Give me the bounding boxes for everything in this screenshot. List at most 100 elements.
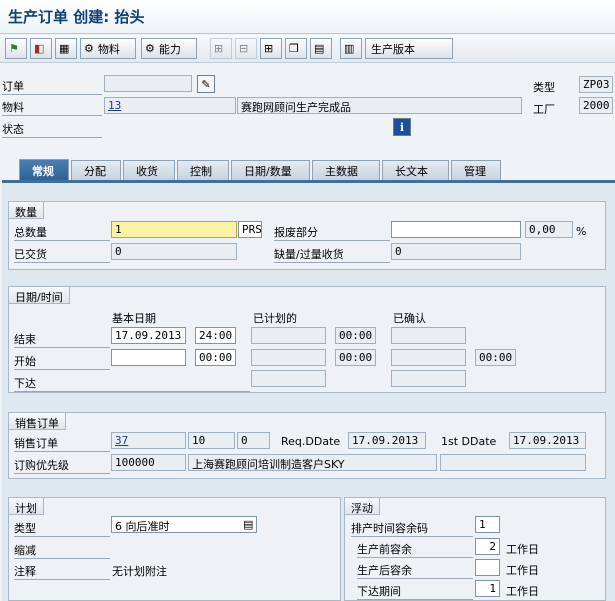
- tab-dates-qty[interactable]: 日期/数量: [231, 160, 310, 180]
- confirmed-release-date: [391, 370, 466, 387]
- status-label: 状态: [2, 121, 102, 138]
- delivered-field: 0: [111, 243, 237, 260]
- capacity-icon: ⚙: [145, 42, 155, 55]
- confirmed-start-time: 00:00: [475, 349, 516, 366]
- material-icon: ⚙: [84, 42, 94, 55]
- start-time-field[interactable]: 00:00: [195, 349, 236, 366]
- hierarchy-icon-2: ⊟: [239, 42, 249, 55]
- info-icon: i: [399, 120, 405, 134]
- table-button[interactable]: ▦: [55, 38, 77, 59]
- schedule-line-field: 0: [237, 432, 270, 449]
- end-date-field[interactable]: 17.09.2013: [111, 327, 186, 344]
- material-button[interactable]: ⚙ 物料: [80, 38, 136, 59]
- order-field[interactable]: [104, 75, 192, 92]
- planned-release-date: [251, 370, 326, 387]
- dates-group-title: 日期/时间: [9, 287, 70, 304]
- start-date-field[interactable]: [111, 349, 186, 366]
- total-qty-field[interactable]: 1: [111, 221, 237, 238]
- version-icon-button[interactable]: ▥: [340, 38, 362, 59]
- scrap-percent-field: 0,00: [525, 221, 573, 238]
- dropdown-icon[interactable]: ▤: [243, 518, 253, 531]
- note-value: 无计划附注: [112, 565, 167, 578]
- tab-admin[interactable]: 管理: [451, 160, 501, 180]
- order-label: 订单: [2, 78, 102, 95]
- capacity-button[interactable]: ⚙ 能力: [141, 38, 197, 59]
- material-field[interactable]: 13: [104, 97, 236, 114]
- type-label: 类型: [533, 81, 555, 94]
- version-icon: ▥: [344, 42, 355, 55]
- end-time-field[interactable]: 24:00: [195, 327, 236, 344]
- sales-order-label: 销售订单: [14, 435, 110, 452]
- tab-general[interactable]: 常规: [19, 159, 69, 181]
- material-description: 赛跑网顾问生产完成品: [237, 97, 522, 114]
- unit-field[interactable]: PRS: [238, 221, 262, 238]
- application-toolbar: ⚑ ◧ ▦ ⚙ 物料 ⚙ 能力 ⊞ ⊟ ⊞ ❐ ▤ ▥ 生产版本: [0, 35, 615, 63]
- end-label: 结束: [14, 331, 110, 348]
- release-period-unit: 工作日: [506, 585, 539, 598]
- sched-type-select[interactable]: 6 向后准时: [111, 516, 257, 533]
- flag-button[interactable]: ⚑: [5, 38, 27, 59]
- quantity-group-title: 数量: [9, 202, 44, 219]
- production-version-label: 生产版本: [371, 42, 415, 56]
- document-button[interactable]: ▤: [310, 38, 332, 59]
- copy-button[interactable]: ❐: [285, 38, 307, 59]
- sched-margin-label: 排产时间容余码: [351, 520, 473, 537]
- plant-label: 工厂: [533, 103, 555, 116]
- percent-sign: %: [576, 225, 587, 238]
- planning-group-title: 计划: [9, 498, 44, 515]
- priority-field: 100000: [111, 454, 186, 471]
- info-button[interactable]: i: [393, 118, 411, 136]
- first-ddate-field: 17.09.2013: [509, 432, 586, 449]
- sched-type-label: 类型: [14, 520, 110, 537]
- confirmed-header: 已确认: [393, 312, 426, 325]
- material-button-label: 物料: [97, 42, 120, 56]
- window-title: 生产订单 创建: 抬头: [8, 8, 145, 26]
- sales-order-group-title: 销售订单: [9, 413, 66, 430]
- edit-pencil-button[interactable]: ✎: [197, 75, 215, 93]
- tab-control[interactable]: 控制: [177, 160, 229, 180]
- sched-margin-field[interactable]: 1: [475, 516, 500, 533]
- material-label: 物料: [2, 99, 102, 116]
- tab-master-data[interactable]: 主数据: [312, 160, 380, 180]
- table-icon: ▦: [59, 42, 70, 55]
- hierarchy-button-2[interactable]: ⊟: [235, 38, 257, 59]
- release-label: 下达: [14, 375, 250, 392]
- hierarchy-icon-3: ⊞: [264, 42, 274, 55]
- hierarchy-button-1[interactable]: ⊞: [210, 38, 232, 59]
- production-version-button[interactable]: 生产版本: [365, 38, 453, 59]
- planned-start-time: 00:00: [335, 349, 376, 366]
- pencil-icon: ✎: [201, 77, 211, 91]
- float-before-label: 生产前容余: [357, 541, 473, 558]
- tab-long-text[interactable]: 长文本: [382, 160, 449, 180]
- plant-field: 2000: [579, 97, 613, 114]
- float-after-field[interactable]: [475, 559, 500, 576]
- priority-label: 订购优先级: [14, 457, 110, 474]
- basic-date-header: 基本日期: [112, 312, 156, 325]
- hierarchy-icon-1: ⊞: [214, 42, 224, 55]
- sales-order-field[interactable]: 37: [111, 432, 186, 449]
- tab-assignment[interactable]: 分配: [71, 160, 121, 180]
- type-field: ZP03: [579, 76, 613, 93]
- scrap-field[interactable]: [391, 221, 521, 238]
- float-after-label: 生产后容余: [357, 562, 473, 579]
- planned-start-date: [251, 349, 326, 366]
- tab-goods-receipt[interactable]: 收货: [123, 160, 175, 180]
- short-over-label: 缺量/过量收货: [274, 246, 390, 263]
- hierarchy-button-3[interactable]: ⊞: [260, 38, 282, 59]
- confirmed-start-date: [391, 349, 466, 366]
- float-before-field[interactable]: 2: [475, 538, 500, 555]
- release-period-field[interactable]: 1: [475, 580, 500, 597]
- short-over-field: 0: [391, 243, 521, 260]
- flag-icon: ⚑: [9, 42, 19, 55]
- capacity-button-label: 能力: [158, 42, 181, 56]
- req-ddate-label: Req.DDate: [281, 435, 341, 448]
- status-button[interactable]: ◧: [30, 38, 52, 59]
- title-bar: 生产订单 创建: 抬头: [0, 0, 615, 34]
- copy-icon: ❐: [289, 42, 299, 55]
- tab-strip: 常规 分配 收货 控制 日期/数量 主数据 长文本 管理: [0, 158, 615, 182]
- delivered-label: 已交货: [14, 246, 110, 263]
- reduction-label: 缩减: [14, 542, 110, 559]
- planned-end-time: 00:00: [335, 327, 376, 344]
- float-after-unit: 工作日: [506, 564, 539, 577]
- first-ddate-label: 1st DDate: [441, 435, 497, 448]
